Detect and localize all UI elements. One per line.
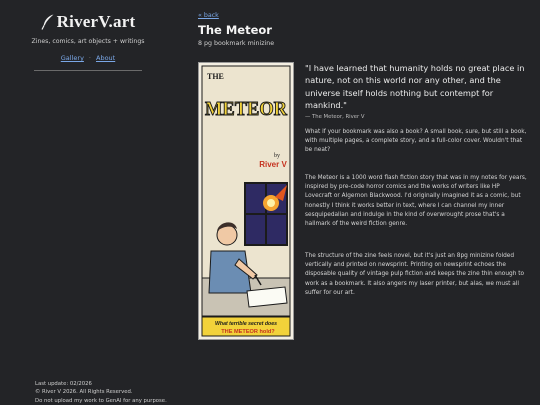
cover-author: River V bbox=[259, 160, 287, 169]
page-footer: Last update: 02/2026 © River V 2026. All… bbox=[35, 380, 167, 405]
pull-quote: "I have learned that humanity holds no g… bbox=[305, 62, 527, 120]
page-subtitle: 8 pg bookmark minizine bbox=[198, 40, 275, 47]
quote-text: "I have learned that humanity holds no g… bbox=[305, 63, 525, 111]
site-nav: Gallery · About bbox=[28, 54, 148, 62]
site-tagline: Zines, comics, art objects + writings bbox=[31, 38, 145, 45]
description-paragraph: The Meteor is a 1000 word flash fiction … bbox=[305, 175, 527, 228]
description-paragraph: What if your bookmark was also a book? A… bbox=[305, 129, 527, 154]
nav-about-link[interactable]: About bbox=[96, 54, 115, 62]
site-logo[interactable]: RiverV.art bbox=[28, 12, 148, 32]
cover-by: by bbox=[274, 153, 280, 159]
main-content: « back The Meteor 8 pg bookmark minizine bbox=[198, 12, 528, 340]
copyright: © River V 2026. All Rights Reserved. bbox=[35, 389, 133, 396]
zine-cover-image: by River V THE METEOR What terrible secr… bbox=[198, 62, 294, 340]
nav-gallery-link[interactable]: Gallery bbox=[61, 54, 84, 62]
sidebar: RiverV.art Zines, comics, art objects + … bbox=[28, 12, 148, 71]
back-link[interactable]: « back bbox=[198, 12, 528, 19]
genai-notice: Do not upload my work to GenAI for any p… bbox=[35, 397, 167, 404]
last-updated: Last update: 02/2026 bbox=[35, 381, 92, 387]
site-name: RiverV.art bbox=[56, 12, 136, 31]
cover-question: What terrible secret does bbox=[215, 321, 277, 327]
page-title: The Meteor bbox=[198, 23, 272, 37]
sidebar-divider bbox=[34, 70, 142, 71]
cover-title: METEOR bbox=[205, 98, 288, 120]
quote-credit: — The Meteor, River V bbox=[305, 113, 365, 120]
description-paragraph: The structure of the zine feels novel, b… bbox=[305, 253, 525, 296]
nav-separator: · bbox=[88, 54, 91, 62]
cover-question-line2: THE METEOR hold? bbox=[221, 329, 275, 335]
cover-title-top: THE bbox=[207, 72, 224, 81]
zine-cover-illustration: by River V THE METEOR What terrible secr… bbox=[199, 63, 293, 339]
quill-icon bbox=[41, 14, 54, 30]
